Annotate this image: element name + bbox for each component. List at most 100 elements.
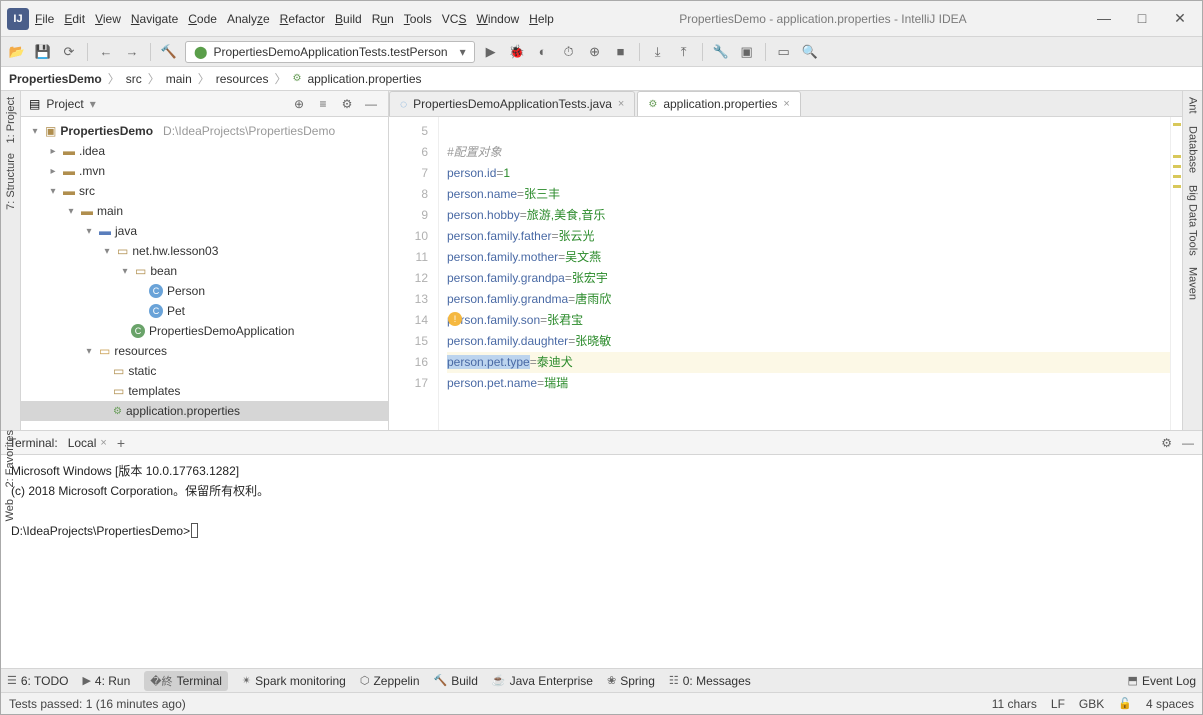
- status-encoding[interactable]: GBK: [1079, 697, 1104, 711]
- expand-toggle[interactable]: ▾: [47, 186, 59, 197]
- locate-icon[interactable]: ⊕: [290, 97, 308, 111]
- toolwin-project-button[interactable]: 1: Project: [5, 97, 17, 143]
- toolwin-todo-button[interactable]: ☰6: TODO: [7, 674, 68, 688]
- dropdown-icon[interactable]: ▾: [90, 97, 96, 111]
- toolwin-bigdata-button[interactable]: Big Data Tools: [1187, 185, 1199, 256]
- tree-row-idea[interactable]: ▸ ▬ .idea: [21, 141, 388, 161]
- back-icon[interactable]: ←: [96, 42, 116, 62]
- expand-toggle[interactable]: ▾: [83, 346, 95, 357]
- menu-help[interactable]: Help: [529, 12, 554, 26]
- toolwin-ant-button[interactable]: Ant: [1187, 97, 1199, 114]
- status-line-ending[interactable]: LF: [1051, 697, 1065, 711]
- toolwin-database-button[interactable]: Database: [1187, 126, 1199, 173]
- save-icon[interactable]: 💾: [33, 42, 53, 62]
- breadcrumb-src[interactable]: src: [126, 72, 142, 86]
- expand-toggle[interactable]: ▸: [47, 146, 59, 157]
- tree-row-mvn[interactable]: ▸ ▬ .mvn: [21, 161, 388, 181]
- toolwin-zeppelin-button[interactable]: ⬡Zeppelin: [360, 674, 420, 688]
- menu-build[interactable]: Build: [335, 12, 362, 26]
- tree-row-bean[interactable]: ▾ ▭ bean: [21, 261, 388, 281]
- gear-icon[interactable]: ⚙: [338, 97, 356, 111]
- hide-icon[interactable]: —: [362, 97, 380, 111]
- menu-code[interactable]: Code: [188, 12, 217, 26]
- tree-row-project-root[interactable]: ▾ ▣ PropertiesDemo D:\IdeaProjects\Prope…: [21, 121, 388, 141]
- sdk-icon[interactable]: ▭: [774, 42, 794, 62]
- tree-row-java[interactable]: ▾ ▬ java: [21, 221, 388, 241]
- expand-toggle[interactable]: ▾: [119, 266, 131, 277]
- editor-tab-properties[interactable]: ⚙ application.properties ×: [637, 91, 800, 116]
- menu-window[interactable]: Window: [476, 12, 519, 26]
- toolwin-web-button[interactable]: Web: [4, 499, 16, 521]
- menu-vcs[interactable]: VCS: [442, 12, 467, 26]
- tree-row-pet[interactable]: C Pet: [21, 301, 388, 321]
- run-config-selector[interactable]: ⬤ PropertiesDemoApplicationTests.testPer…: [185, 41, 475, 63]
- menu-file[interactable]: File: [35, 12, 54, 26]
- tree-row-package[interactable]: ▾ ▭ net.hw.lesson03: [21, 241, 388, 261]
- toolwin-spring-button[interactable]: ❀Spring: [607, 674, 655, 688]
- breadcrumb-main[interactable]: main: [166, 72, 192, 86]
- expand-toggle[interactable]: ▸: [47, 166, 59, 177]
- menu-run[interactable]: Run: [372, 12, 394, 26]
- expand-toggle[interactable]: ▾: [65, 206, 77, 217]
- gear-icon[interactable]: ⚙: [1161, 436, 1172, 450]
- toolwin-build-button[interactable]: 🔨Build: [434, 674, 478, 688]
- menu-view[interactable]: View: [95, 12, 121, 26]
- tree-row-templates[interactable]: ▭ templates: [21, 381, 388, 401]
- menu-analyze[interactable]: Analyze: [227, 12, 270, 26]
- toolwin-messages-button[interactable]: ☷0: Messages: [669, 674, 751, 688]
- open-icon[interactable]: 📂: [7, 42, 27, 62]
- expand-toggle[interactable]: ▾: [101, 246, 113, 257]
- close-tab-icon[interactable]: ×: [783, 98, 789, 110]
- attach-icon[interactable]: ⊕: [585, 42, 605, 62]
- breadcrumb-root[interactable]: PropertiesDemo: [9, 72, 102, 86]
- debug-icon[interactable]: 🐞: [507, 42, 527, 62]
- close-window-button[interactable]: ✕: [1168, 10, 1192, 27]
- close-tab-icon[interactable]: ×: [618, 98, 624, 110]
- tree-row-static[interactable]: ▭ static: [21, 361, 388, 381]
- terminal-output[interactable]: Microsoft Windows [版本 10.0.17763.1282](c…: [1, 455, 1202, 668]
- expand-all-icon[interactable]: ≡: [314, 97, 332, 111]
- expand-toggle[interactable]: ▾: [29, 126, 41, 137]
- toolwin-javaee-button[interactable]: ☕Java Enterprise: [492, 674, 593, 688]
- menu-tools[interactable]: Tools: [404, 12, 432, 26]
- settings-icon[interactable]: 🔧: [711, 42, 731, 62]
- stop-icon[interactable]: ■: [611, 42, 631, 62]
- tree-row-resources[interactable]: ▾ ▭ resources: [21, 341, 388, 361]
- toolwin-favorites-button[interactable]: 2: Favorites: [4, 430, 16, 487]
- error-stripe[interactable]: [1170, 117, 1182, 430]
- tree-row-src[interactable]: ▾ ▬ src: [21, 181, 388, 201]
- menu-refactor[interactable]: Refactor: [280, 12, 325, 26]
- editor-tab-tests[interactable]: ◌ PropertiesDemoApplicationTests.java ×: [389, 91, 635, 116]
- code-content[interactable]: #配置对象person.id=1person.name=张三丰person.ho…: [439, 117, 1170, 430]
- vcs-commit-icon[interactable]: ⤒: [674, 42, 694, 62]
- hide-icon[interactable]: —: [1182, 436, 1194, 450]
- sync-icon[interactable]: ⟳: [59, 42, 79, 62]
- breadcrumb-resources[interactable]: resources: [216, 72, 269, 86]
- toolwin-maven-button[interactable]: Maven: [1187, 267, 1199, 300]
- event-log-button[interactable]: ⬒Event Log: [1128, 674, 1196, 688]
- close-tab-icon[interactable]: ×: [100, 437, 106, 449]
- code-editor[interactable]: 567891011121314151617 #配置对象person.id=1pe…: [389, 117, 1182, 430]
- project-tree[interactable]: ▾ ▣ PropertiesDemo D:\IdeaProjects\Prope…: [21, 117, 388, 430]
- project-view-title[interactable]: Project: [46, 97, 83, 111]
- search-everywhere-icon[interactable]: 🔍: [800, 42, 820, 62]
- tree-row-app-class[interactable]: C PropertiesDemoApplication: [21, 321, 388, 341]
- menu-edit[interactable]: Edit: [64, 12, 85, 26]
- tree-row-app-properties[interactable]: ⚙ application.properties: [21, 401, 388, 421]
- menu-navigate[interactable]: Navigate: [131, 12, 178, 26]
- breadcrumb-file[interactable]: application.properties: [307, 72, 421, 86]
- readonly-toggle-icon[interactable]: 🔓: [1118, 697, 1132, 710]
- profile-icon[interactable]: ⏱: [559, 42, 579, 62]
- project-structure-icon[interactable]: ▣: [737, 42, 757, 62]
- toolwin-spark-button[interactable]: ✴Spark monitoring: [242, 674, 346, 688]
- forward-icon[interactable]: →: [122, 42, 142, 62]
- toolwin-run-button[interactable]: ▶4: Run: [82, 674, 130, 688]
- toolwin-terminal-button[interactable]: �終Terminal: [144, 671, 228, 691]
- terminal-tab-local[interactable]: Local ×: [68, 436, 107, 450]
- maximize-button[interactable]: □: [1130, 10, 1154, 27]
- vcs-update-icon[interactable]: ⤓: [648, 42, 668, 62]
- build-icon[interactable]: 🔨: [159, 42, 179, 62]
- run-icon[interactable]: ▶: [481, 42, 501, 62]
- tree-row-person[interactable]: C Person: [21, 281, 388, 301]
- tree-row-main[interactable]: ▾ ▬ main: [21, 201, 388, 221]
